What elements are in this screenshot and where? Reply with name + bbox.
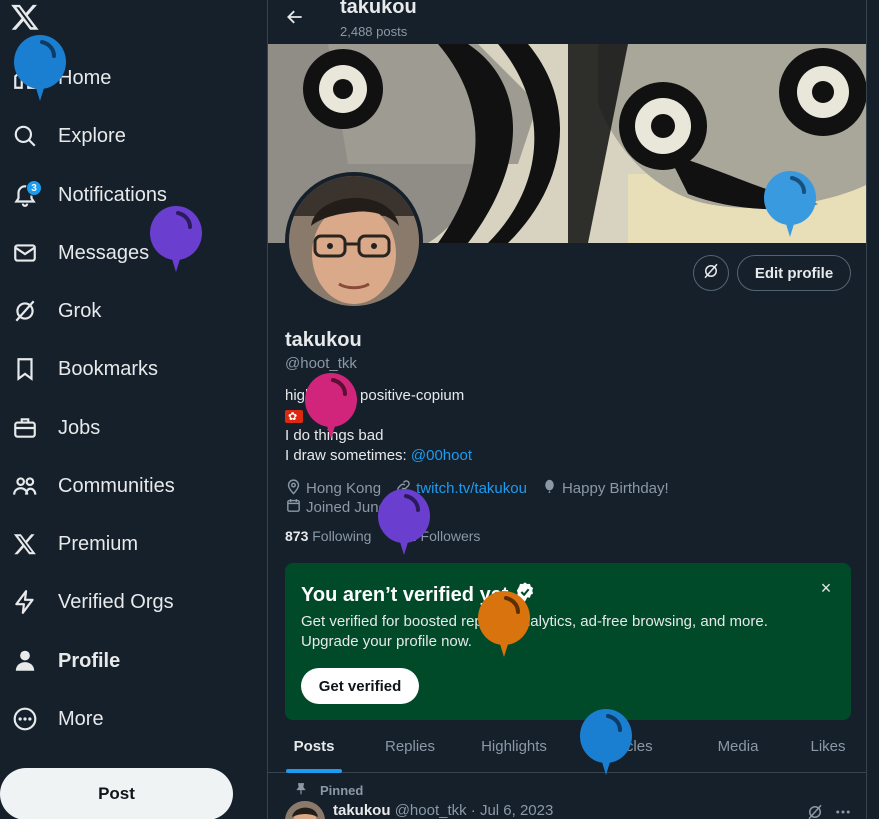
- sidebar-item-label: Profile: [58, 649, 121, 672]
- location-pin-icon: [285, 478, 306, 499]
- profile-handle: @hoot_tkk: [285, 355, 357, 372]
- tweet-author-name[interactable]: takukou: [333, 802, 391, 819]
- grok-icon[interactable]: [806, 803, 824, 819]
- notification-count-badge: 3: [26, 180, 42, 196]
- calendar-icon: [285, 497, 306, 518]
- birthday-balloon-icon: [762, 170, 818, 243]
- following-label: Following: [312, 528, 372, 544]
- sidebar-item-more[interactable]: More: [10, 694, 104, 744]
- sidebar-item-profile[interactable]: Profile: [10, 636, 120, 686]
- tweet-author-avatar[interactable]: [285, 801, 325, 819]
- profile-avatar[interactable]: [285, 172, 423, 310]
- pinned-indicator: Pinned: [296, 782, 364, 799]
- lightning-icon: [10, 587, 40, 617]
- profile-name: takukou: [285, 329, 362, 351]
- sidebar-item-label: Verified Orgs: [58, 590, 174, 613]
- edit-profile-button[interactable]: Edit profile: [737, 255, 851, 291]
- tweet-actions: [806, 803, 852, 819]
- x-logo-icon: [10, 529, 40, 559]
- tweet-handle-date: @hoot_tkk · Jul 6, 2023: [394, 802, 554, 819]
- header-post-count: 2,488 posts: [340, 24, 408, 39]
- more-circle-icon: [10, 704, 40, 734]
- birthday-balloon-icon: [12, 34, 68, 107]
- sidebar-item-label: Bookmarks: [58, 357, 159, 380]
- pinned-label: Pinned: [320, 783, 364, 798]
- bookmark-icon: [10, 354, 40, 384]
- birthday-balloon-icon: [476, 590, 532, 663]
- pin-icon: [296, 782, 320, 799]
- birthday-balloon-icon: [303, 372, 359, 445]
- sidebar-item-communities[interactable]: Communities: [10, 461, 175, 511]
- sidebar-item-notifications[interactable]: 3 Notifications: [10, 170, 167, 220]
- search-icon: [10, 121, 40, 151]
- tab-highlights[interactable]: Highlights: [460, 720, 568, 773]
- header-profile-name: takukou: [340, 0, 417, 18]
- tab-replies[interactable]: Replies: [360, 720, 460, 773]
- profile-header-bar: takukou 2,488 posts: [268, 0, 866, 44]
- get-verified-button[interactable]: Get verified: [301, 668, 419, 704]
- tab-posts[interactable]: Posts: [268, 720, 360, 773]
- tab-media[interactable]: Media: [688, 720, 788, 773]
- hong-kong-flag-icon: [285, 407, 303, 427]
- website-link[interactable]: twitch.tv/takukou: [416, 480, 527, 497]
- bio-line: I draw sometimes: @00hoot: [285, 446, 472, 466]
- profile-tabs: Posts Replies Highlights Articles Media …: [268, 720, 866, 773]
- sidebar-item-bookmarks[interactable]: Bookmarks: [10, 344, 158, 394]
- tab-likes[interactable]: Likes: [788, 720, 866, 773]
- location-text: Hong Kong: [306, 480, 382, 497]
- sidebar-item-label: Premium: [58, 532, 139, 555]
- grok-icon: [702, 262, 720, 285]
- mail-icon: [10, 238, 40, 268]
- sidebar-item-explore[interactable]: Explore: [10, 111, 126, 161]
- profile-meta-row: Hong Kong twitch.tv/takukou Happy Birthd…: [285, 478, 683, 499]
- following-count: 873: [285, 528, 309, 544]
- more-horizontal-icon[interactable]: [834, 803, 852, 819]
- sidebar-item-jobs[interactable]: Jobs: [10, 403, 100, 453]
- people-icon: [10, 471, 40, 501]
- sidebar-item-verified-orgs[interactable]: Verified Orgs: [10, 577, 174, 627]
- sidebar-item-label: Jobs: [58, 416, 101, 439]
- grok-analyze-button[interactable]: [693, 255, 729, 291]
- sidebar: Home Explore 3 Notifications Messages Gr…: [0, 0, 268, 819]
- close-icon[interactable]: ×: [815, 577, 837, 599]
- sidebar-item-label: Messages: [58, 241, 150, 264]
- sidebar-item-messages[interactable]: Messages: [10, 228, 149, 278]
- birthday-text: Happy Birthday!: [561, 480, 669, 497]
- profile-location: Hong Kong: [285, 478, 381, 499]
- grok-icon: [10, 296, 40, 326]
- verification-promo-card: You aren’t verified yet Get verified for…: [285, 563, 851, 720]
- sidebar-item-label: Explore: [58, 124, 126, 147]
- briefcase-icon: [10, 413, 40, 443]
- birthday-balloon-icon: [578, 708, 634, 781]
- person-icon: [10, 646, 40, 676]
- balloon-icon: [541, 478, 562, 499]
- sidebar-item-grok[interactable]: Grok: [10, 286, 101, 336]
- sidebar-item-label: More: [58, 707, 104, 730]
- profile-birthday: Happy Birthday!: [541, 478, 669, 499]
- sidebar-item-label: Grok: [58, 299, 102, 322]
- back-arrow-icon[interactable]: [282, 4, 308, 30]
- verify-card-text: Get verified for boosted replies, analyt…: [301, 613, 768, 650]
- sidebar-item-label: Communities: [58, 474, 175, 497]
- bell-icon: 3: [10, 180, 42, 210]
- post-button[interactable]: Post: [0, 768, 233, 819]
- birthday-balloon-icon: [376, 488, 432, 561]
- bio-text: I draw sometimes:: [285, 447, 411, 464]
- following-link[interactable]: 873 Following: [285, 528, 371, 544]
- x-logo-icon[interactable]: [10, 2, 44, 36]
- birthday-balloon-icon: [148, 205, 204, 278]
- sidebar-item-premium[interactable]: Premium: [10, 519, 138, 569]
- tweet-header: takukou @hoot_tkk · Jul 6, 2023: [333, 802, 553, 819]
- bio-mention-link[interactable]: @00hoot: [411, 447, 472, 464]
- sidebar-item-label: Notifications: [58, 183, 167, 206]
